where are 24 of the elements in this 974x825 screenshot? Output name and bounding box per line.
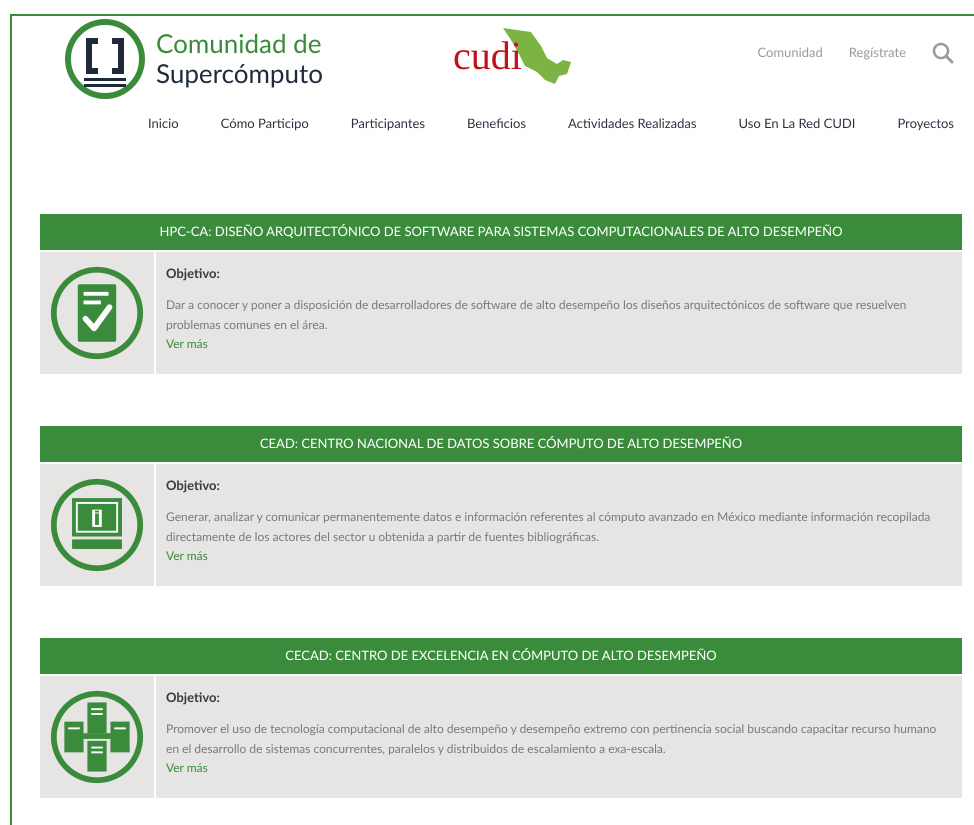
- nav-link[interactable]: Cómo Participo: [220, 114, 309, 134]
- nav-link[interactable]: Uso En La Red CUDI: [738, 114, 856, 134]
- servers-icon: [49, 688, 145, 784]
- objective-text: Dar a conocer y poner a disposición de desarrolladores de software de alto desempeño los diseños arquitectónicos de software que resuelven problemas comunes en el área.: [166, 296, 908, 334]
- nav-link[interactable]: Inicio: [148, 114, 179, 134]
- brand-subtitle: Supercómputo: [156, 58, 323, 88]
- partner-logo-text: cudi: [452, 36, 522, 76]
- objective-text: Promover el uso de tecnología computacional de alto desempeño y desempeño extremo con pertinencia social buscando capacitar recurso humano en el desarrollo de sistemas concurrentes, paralelos y distribuidos de escalamiento a exa-escala.: [166, 720, 938, 758]
- brand-title: Comunidad de: [156, 28, 322, 58]
- nav-link[interactable]: Actividades Realizadas: [568, 114, 696, 134]
- nav-link[interactable]: Beneficios: [467, 114, 526, 134]
- logo-icon: [64, 18, 146, 100]
- project-title-bar: CECAD: CENTRO DE EXCELENCIA EN CÓMPUTO DE ALTO DESEMPEÑO: [40, 638, 962, 674]
- project-title-bar: CEAD: CENTRO NACIONAL DE DATOS SOBRE CÓMPUTO DE ALTO DESEMPEÑO: [40, 426, 962, 462]
- monitor-icon: [49, 476, 145, 572]
- nav-link[interactable]: Proyectos: [897, 114, 954, 134]
- nav-link[interactable]: Participantes: [350, 114, 425, 134]
- document-check-icon: [49, 264, 145, 360]
- search-icon[interactable]: [932, 42, 954, 64]
- objective-text: Generar, analizar y comunicar permanentemente datos e información referentes al cómputo avanzado en México mediante información recopilada directamente de los actores del sector u obtenida a partir de fuentes bibliográficas.: [166, 508, 932, 546]
- objective-label: Objetivo:: [166, 688, 221, 706]
- objective-label: Objetivo:: [166, 476, 221, 494]
- project-title-bar: HPC-CA: DISEÑO ARQUITECTÓNICO DE SOFTWARE PARA SISTEMAS COMPUTACIONALES DE ALTO DESEMPEÑO: [40, 214, 962, 250]
- objective-label: Objetivo:: [166, 264, 221, 282]
